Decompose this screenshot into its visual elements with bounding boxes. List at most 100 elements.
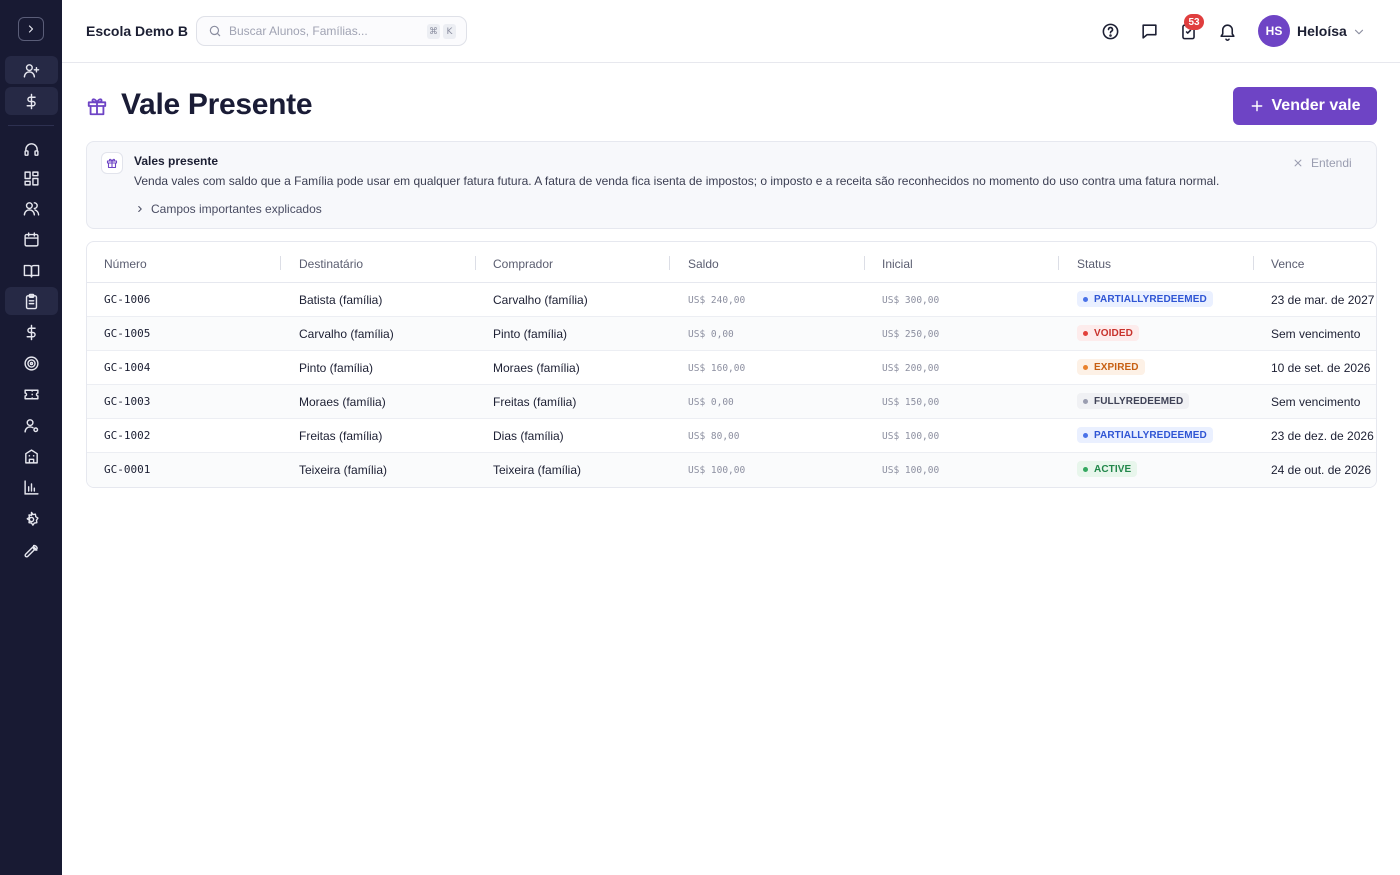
shortcut-key-k: K <box>443 24 456 39</box>
sidebar-toggle-button[interactable] <box>18 17 44 41</box>
ticket-icon <box>24 389 39 399</box>
search-box[interactable]: ⌘ K <box>196 16 467 46</box>
settings-icon <box>26 511 39 526</box>
user-gear-icon <box>24 418 39 433</box>
info-card-title: Vales presente <box>134 154 219 168</box>
gift-icon <box>106 158 118 169</box>
recipient-name: Batista (família) <box>299 293 383 307</box>
sidebar-item-organization[interactable] <box>5 442 58 470</box>
initial-value: US$ 150,00 <box>882 397 940 408</box>
sidebar-divider <box>8 125 54 126</box>
plus-icon <box>1251 100 1262 112</box>
sidebar-item-library[interactable] <box>5 256 58 284</box>
sidebar-item-settings[interactable] <box>5 505 58 533</box>
status-label: EXPIRED <box>1094 361 1139 373</box>
calendar-icon <box>24 231 39 247</box>
app: Escola Demo B ⌘ K 53 HS Heloísa Vale Pre… <box>0 0 1400 875</box>
sidebar-item-user-settings[interactable] <box>5 411 58 439</box>
search-icon <box>209 25 221 37</box>
status-dot <box>1083 466 1088 472</box>
table-row[interactable]: GC-1005 Carvalho (família) Pinto (família)… <box>87 317 1376 351</box>
sidebar-item-finance[interactable] <box>5 318 58 346</box>
column-header-expires[interactable]: Vence <box>1271 257 1304 271</box>
sidebar <box>0 0 62 875</box>
gift-card-number: GC-1004 <box>104 361 151 374</box>
sell-gift-card-button[interactable]: Vender vale <box>1233 87 1377 125</box>
sidebar-item-billing[interactable] <box>5 87 58 115</box>
help-button[interactable] <box>1100 21 1120 41</box>
sell-gift-card-label: Vender vale <box>1271 97 1361 114</box>
info-card-description: Venda vales com saldo que a Família pode… <box>134 174 1220 188</box>
sidebar-item-support[interactable] <box>5 135 58 163</box>
sidebar-item-tools[interactable] <box>5 536 58 564</box>
initial-value: US$ 100,00 <box>882 431 940 442</box>
top-header: Escola Demo B ⌘ K 53 HS Heloísa <box>62 0 1400 63</box>
dollar-icon <box>26 324 36 340</box>
page-title: Vale Presente <box>121 88 313 121</box>
column-header-balance[interactable]: Saldo <box>688 257 719 271</box>
balance-value: US$ 80,00 <box>688 431 740 442</box>
sidebar-item-dashboard[interactable] <box>5 164 58 192</box>
chevron-down-icon[interactable] <box>1352 25 1366 39</box>
search-input[interactable] <box>229 22 419 40</box>
bar-chart-icon <box>24 479 39 495</box>
gift-card-number: GC-1002 <box>104 429 151 442</box>
sidebar-item-add-student[interactable] <box>5 56 58 84</box>
sidebar-item-calendar[interactable] <box>5 225 58 253</box>
status-dot <box>1083 432 1088 438</box>
expiry-date: Sem vencimento <box>1271 327 1361 341</box>
initial-value: US$ 250,00 <box>882 329 940 340</box>
buyer-name: Moraes (família) <box>493 361 580 375</box>
column-divider <box>669 256 670 270</box>
info-card-icon <box>101 152 123 174</box>
recipient-name: Teixeira (família) <box>299 463 388 477</box>
recipient-name: Carvalho (família) <box>299 327 394 341</box>
status-badge: ACTIVE <box>1077 461 1138 477</box>
table-row[interactable]: GC-1002 Freitas (família) Dias (família) US… <box>87 419 1376 453</box>
table-row[interactable]: GC-1003 Moraes (família) Freitas (família)… <box>87 385 1376 419</box>
important-fields-toggle[interactable]: Campos importantes explicados <box>135 202 322 216</box>
dashboard-icon <box>24 170 39 186</box>
column-header-status[interactable]: Status <box>1077 257 1111 271</box>
table-row[interactable]: GC-1004 Pinto (família) Moraes (família) US… <box>87 351 1376 385</box>
sidebar-item-tickets[interactable] <box>5 380 58 408</box>
gift-card-number: GC-1005 <box>104 327 151 340</box>
dismiss-button[interactable]: Entendi <box>1293 156 1352 170</box>
balance-value: US$ 100,00 <box>688 465 746 476</box>
status-label: FULLYREDEEMED <box>1094 395 1184 407</box>
table-row[interactable]: GC-0001 Teixeira (família) Teixeira (famíl… <box>87 453 1376 487</box>
buyer-name: Teixeira (família) <box>493 463 582 477</box>
sidebar-item-clipboard[interactable] <box>5 287 58 315</box>
avatar[interactable]: HS <box>1258 15 1290 47</box>
expiry-date: 24 de out. de 2026 <box>1271 463 1372 477</box>
gift-card-number: GC-1006 <box>104 293 151 306</box>
chat-icon <box>1141 23 1157 39</box>
target-icon <box>24 355 39 371</box>
table-row[interactable]: GC-1006 Batista (família) Carvalho (famíli… <box>87 283 1376 317</box>
column-divider <box>1058 256 1059 270</box>
dollar-icon <box>26 93 36 109</box>
column-header-recipient[interactable]: Destinatário <box>299 257 363 271</box>
sidebar-item-people[interactable] <box>5 194 58 222</box>
sidebar-item-goals[interactable] <box>5 349 58 377</box>
user-name[interactable]: Heloísa <box>1297 23 1347 39</box>
column-divider <box>864 256 865 270</box>
help-icon <box>1102 23 1118 39</box>
shortcut-key-cmd: ⌘ <box>427 24 440 39</box>
gift-cards-table: Número Destinatário Comprador Saldo Inic… <box>86 241 1377 488</box>
status-badge: PARTIALLYREDEEMED <box>1077 291 1213 307</box>
sidebar-item-reports[interactable] <box>5 473 58 501</box>
gift-icon <box>87 98 107 116</box>
school-name[interactable]: Escola Demo B <box>86 23 188 39</box>
column-header-buyer[interactable]: Comprador <box>493 257 553 271</box>
messages-button[interactable] <box>1139 21 1159 41</box>
expiry-date: 10 de set. de 2026 <box>1271 361 1371 375</box>
balance-value: US$ 0,00 <box>688 397 734 408</box>
column-header-number[interactable]: Número <box>104 257 147 271</box>
initial-value: US$ 200,00 <box>882 363 940 374</box>
expiry-date: Sem vencimento <box>1271 395 1361 409</box>
notifications-button[interactable] <box>1217 21 1237 41</box>
status-dot <box>1083 330 1088 336</box>
balance-value: US$ 160,00 <box>688 363 746 374</box>
column-header-initial[interactable]: Inicial <box>882 257 913 271</box>
